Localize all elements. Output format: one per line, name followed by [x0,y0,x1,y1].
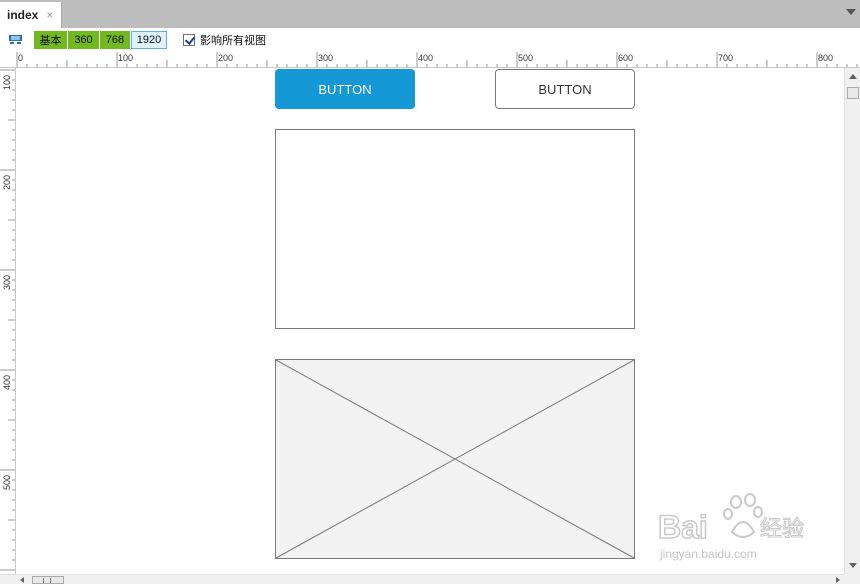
horizontal-scroll-thumb[interactable] [32,576,64,584]
axure-editor: index × 基本 360 768 1920 影响所有视图 0 100 200… [0,0,860,584]
affect-all-views-label: 影响所有视图 [200,35,266,47]
scroll-right-arrow-icon[interactable] [836,577,840,583]
breakpoint-1920[interactable]: 1920 [131,31,167,49]
horizontal-scrollbar[interactable] [0,574,844,584]
tab-index[interactable]: index × [0,2,62,28]
adaptive-views-toolbar: 基本 360 768 1920 影响所有视图 [0,28,860,52]
horizontal-ruler[interactable]: 0 100 200 300 400 500 600 700 800 [0,52,860,68]
design-canvas[interactable]: BUTTON BUTTON [17,69,844,574]
affect-all-views-option[interactable]: 影响所有视图 [183,33,266,47]
ruler-x-label: 200 [218,53,234,63]
rectangle-widget[interactable] [275,129,635,329]
ruler-x-label: 300 [318,53,334,63]
ruler-y-label: 100 [2,74,12,90]
scroll-left-arrow-icon[interactable] [20,577,24,583]
secondary-button-widget[interactable]: BUTTON [495,69,635,109]
vertical-scrollbar[interactable] [844,68,860,574]
affect-all-views-checkbox[interactable] [183,34,195,46]
ruler-x-label: 700 [718,53,734,63]
vertical-scroll-thumb[interactable] [847,87,859,99]
ruler-y-label: 500 [2,474,12,490]
ruler-x-label: 100 [118,53,134,63]
scroll-grip-icon [43,578,51,583]
vertical-ruler[interactable]: 100 200 300 400 500 [0,68,16,574]
ruler-x-label: 800 [818,53,834,63]
ruler-x-label: 600 [618,53,634,63]
scroll-up-arrow-icon[interactable] [849,74,857,79]
scroll-down-arrow-icon[interactable] [849,563,857,568]
ruler-x-label: 400 [418,53,434,63]
image-placeholder-cross-icon [276,360,635,559]
tab-title: index [7,8,39,22]
scrollbar-corner [844,574,860,584]
close-icon[interactable]: × [46,8,53,22]
document-tab-bar: index × [0,0,860,28]
ruler-y-label: 300 [2,274,12,290]
adaptive-view-icon[interactable] [9,35,22,44]
breakpoint-768[interactable]: 768 [100,31,130,49]
ruler-x-label: 0 [18,53,24,63]
breakpoint-360[interactable]: 360 [68,31,99,49]
primary-button-widget[interactable]: BUTTON [275,69,415,109]
breakpoint-base[interactable]: 基本 [34,31,67,49]
image-placeholder-widget[interactable] [275,359,635,559]
ruler-x-label: 500 [518,53,534,63]
vertical-ruler-ticks [0,69,15,571]
ruler-y-label: 200 [2,174,12,190]
ruler-y-label: 400 [2,374,12,390]
tab-menu-arrow-icon[interactable] [846,9,856,15]
